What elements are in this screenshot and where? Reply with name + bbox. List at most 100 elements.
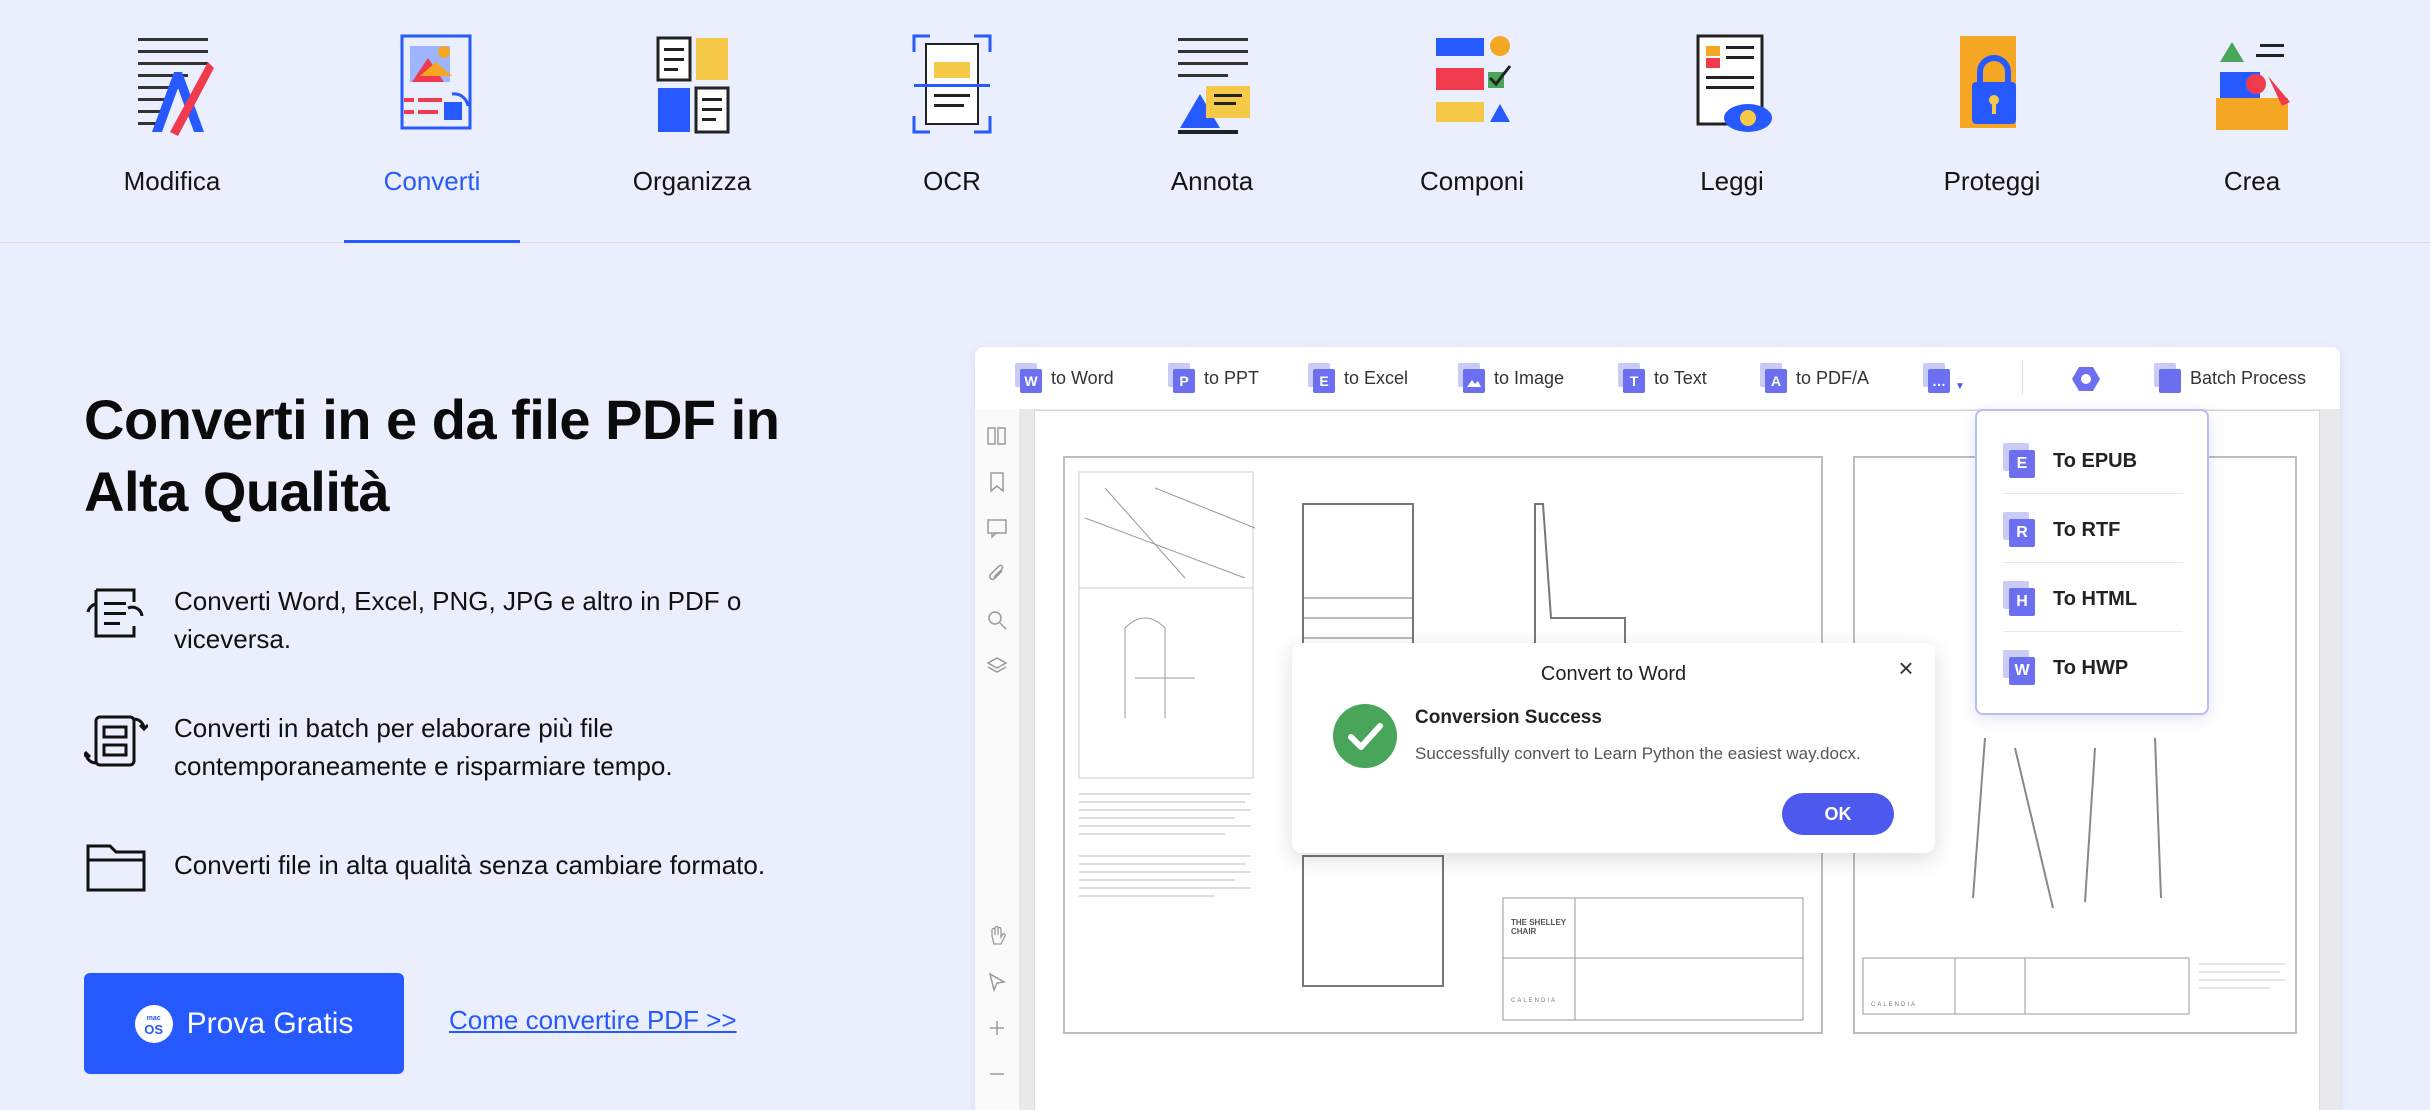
batch-icon — [2154, 363, 2182, 393]
app-sidebar — [975, 409, 1020, 1110]
convert-toolbar: W to Word P to PPT E to Excel to Image T… — [975, 347, 2340, 410]
macos-badge-bottom: OS — [144, 1021, 164, 1037]
nav-item-annota[interactable]: Annota — [1124, 0, 1300, 242]
drawing-title: THE SHELLEY CHAIR — [1511, 918, 1566, 936]
convert-doc-icon — [86, 588, 144, 638]
active-tab-indicator — [344, 240, 520, 243]
nav-label: Organizza — [632, 166, 752, 196]
conversion-success-dialog: Convert to Word × Conversion Success Suc… — [1292, 643, 1935, 853]
read-icon — [1696, 34, 1772, 132]
convert-icon — [400, 34, 472, 130]
nav-item-converti[interactable]: Converti — [344, 0, 520, 243]
chevron-down-icon: ▼ — [1955, 380, 1965, 392]
try-free-label: Prova Gratis — [186, 1006, 354, 1040]
organize-icon — [656, 36, 730, 134]
nav-item-proteggi[interactable]: Proteggi — [1904, 0, 2080, 242]
zoom-in-icon[interactable] — [986, 1017, 1008, 1039]
hand-tool-icon[interactable] — [986, 925, 1008, 947]
nav-label: OCR — [923, 166, 981, 196]
category-nav: Modifica Converti Organizza OCR Annota C… — [0, 0, 2430, 243]
dropdown-label: To HWP — [2053, 656, 2129, 679]
nav-item-organizza[interactable]: Organizza — [604, 0, 780, 242]
ppt-file-icon: P — [1168, 363, 1196, 393]
more-formats-dropdown: E To EPUB R To RTF H To HTML W To HWP — [1975, 409, 2209, 715]
try-free-button[interactable]: mac OS Prova Gratis — [84, 973, 404, 1074]
nav-item-crea[interactable]: Crea — [2164, 0, 2340, 242]
search-icon[interactable] — [986, 609, 1008, 631]
ocr-icon — [912, 34, 992, 134]
settings-hex-icon[interactable] — [2071, 365, 2101, 393]
nav-item-modifica[interactable]: Modifica — [84, 0, 260, 242]
to-excel-button[interactable]: E to Excel — [1308, 361, 1408, 395]
page-title-line: Converti in e da file PDF in — [84, 388, 780, 451]
html-file-icon: H — [2003, 581, 2037, 617]
excel-file-icon: E — [1308, 363, 1336, 393]
folder-icon — [86, 844, 146, 892]
to-hwp-option[interactable]: W To HWP — [2003, 646, 2183, 690]
thumbnails-icon[interactable] — [986, 425, 1008, 447]
layers-icon[interactable] — [986, 655, 1008, 677]
dropdown-divider — [2003, 631, 2183, 632]
dialog-heading: Conversion Success — [1415, 707, 1602, 728]
dropdown-divider — [2003, 493, 2183, 494]
to-ppt-button[interactable]: P to PPT — [1168, 361, 1259, 395]
batch-icon — [84, 715, 148, 767]
to-epub-option[interactable]: E To EPUB — [2003, 439, 2183, 483]
app-preview: W to Word P to PPT E to Excel to Image T… — [975, 347, 2340, 1110]
rtf-file-icon: R — [2003, 512, 2037, 548]
text-file-icon: T — [1618, 363, 1646, 393]
to-html-option[interactable]: H To HTML — [2003, 577, 2183, 621]
to-word-button[interactable]: W to Word — [1015, 361, 1114, 395]
more-icon: … — [1923, 363, 1951, 393]
to-pdfa-button[interactable]: A to PDF/A — [1760, 361, 1869, 395]
page-title-line: Alta Qualità — [84, 460, 390, 523]
feature-text: Converti in batch per elaborare più file… — [174, 713, 673, 781]
ok-button[interactable]: OK — [1782, 793, 1894, 835]
page-title: Converti in e da file PDF in Alta Qualit… — [84, 384, 824, 528]
hwp-file-icon: W — [2003, 650, 2037, 686]
to-rtf-option[interactable]: R To RTF — [2003, 508, 2183, 552]
close-icon[interactable]: × — [1891, 653, 1921, 683]
toolbar-label: to PPT — [1204, 367, 1260, 388]
to-image-button[interactable]: to Image — [1458, 361, 1564, 395]
to-text-button[interactable]: T to Text — [1618, 361, 1707, 395]
nav-item-ocr[interactable]: OCR — [864, 0, 1040, 242]
toolbar-label: to Word — [1051, 367, 1114, 388]
how-to-convert-link[interactable]: Come convertire PDF >> — [449, 1005, 737, 1036]
batch-process-button[interactable]: Batch Process — [2154, 361, 2306, 395]
dropdown-label: To HTML — [2053, 587, 2138, 610]
pdfa-file-icon: A — [1760, 363, 1788, 393]
annotate-icon — [1178, 38, 1250, 134]
toolbar-label: to Excel — [1344, 367, 1409, 388]
comment-icon[interactable] — [986, 517, 1008, 539]
dialog-message: Successfully convert to Learn Python the… — [1415, 744, 1861, 763]
compose-icon — [1436, 36, 1512, 122]
nav-label: Modifica — [123, 166, 221, 196]
protect-icon — [1960, 36, 2016, 128]
dialog-title: Convert to Word — [1540, 663, 1687, 685]
create-icon — [2216, 42, 2290, 130]
nav-item-leggi[interactable]: Leggi — [1644, 0, 1820, 242]
select-tool-icon[interactable] — [986, 971, 1008, 993]
edit-icon — [138, 38, 214, 136]
nav-label: Componi — [1419, 166, 1525, 196]
success-check-icon — [1333, 704, 1397, 768]
toolbar-label: to Text — [1654, 367, 1707, 388]
attachment-icon[interactable] — [986, 563, 1008, 585]
toolbar-label: Batch Process — [2190, 367, 2307, 388]
nav-item-componi[interactable]: Componi — [1384, 0, 1560, 242]
zoom-out-icon[interactable] — [986, 1063, 1008, 1085]
image-file-icon — [1458, 363, 1486, 393]
dropdown-label: To EPUB — [2053, 449, 2138, 472]
bookmark-icon[interactable] — [986, 471, 1008, 493]
nav-label: Leggi — [1700, 166, 1764, 196]
toolbar-label: to Image — [1494, 367, 1565, 388]
feature-text: Converti Word, Excel, PNG, JPG e altro i… — [174, 586, 742, 654]
dropdown-divider — [2003, 562, 2183, 563]
dropdown-label: To RTF — [2053, 518, 2121, 541]
nav-label: Converti — [383, 166, 481, 196]
feature-text: Converti file in alta qualità senza camb… — [174, 850, 766, 880]
toolbar-label: to PDF/A — [1796, 367, 1870, 388]
more-formats-button[interactable]: … ▼ — [1923, 361, 1965, 395]
word-file-icon: W — [1015, 363, 1043, 393]
